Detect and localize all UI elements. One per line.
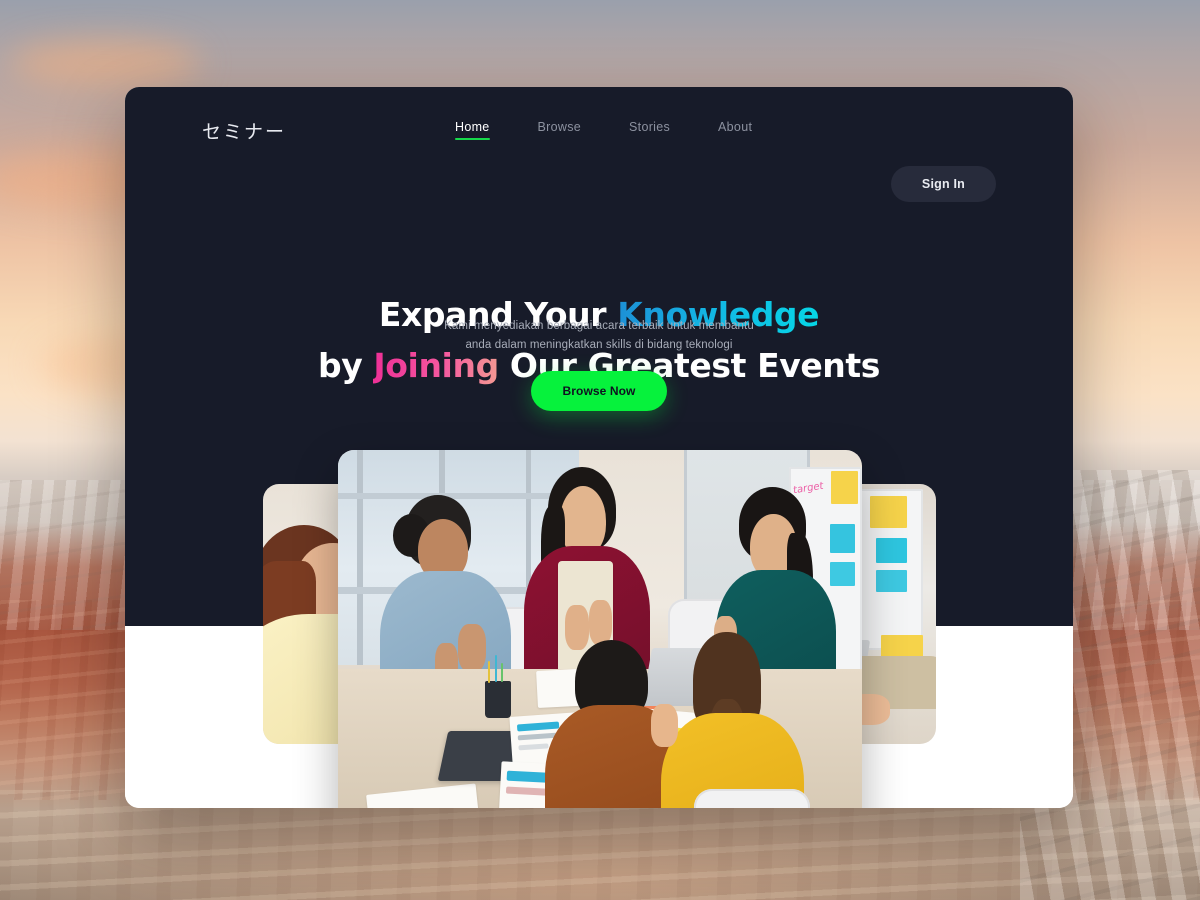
landing-page-card: セミナー Home Browse Stories About Sign In E… bbox=[125, 87, 1073, 808]
hero-photo-cluster: target bbox=[125, 87, 1073, 808]
photo-card-main[interactable]: target bbox=[338, 450, 862, 808]
page-backdrop: セミナー Home Browse Stories About Sign In E… bbox=[0, 0, 1200, 900]
scene-chair bbox=[694, 788, 810, 808]
table-pen-cup bbox=[484, 655, 511, 719]
person-yellow-blouse-back bbox=[650, 631, 804, 808]
photo-scene-main: target bbox=[338, 450, 862, 808]
cloud-decoration bbox=[10, 40, 200, 86]
